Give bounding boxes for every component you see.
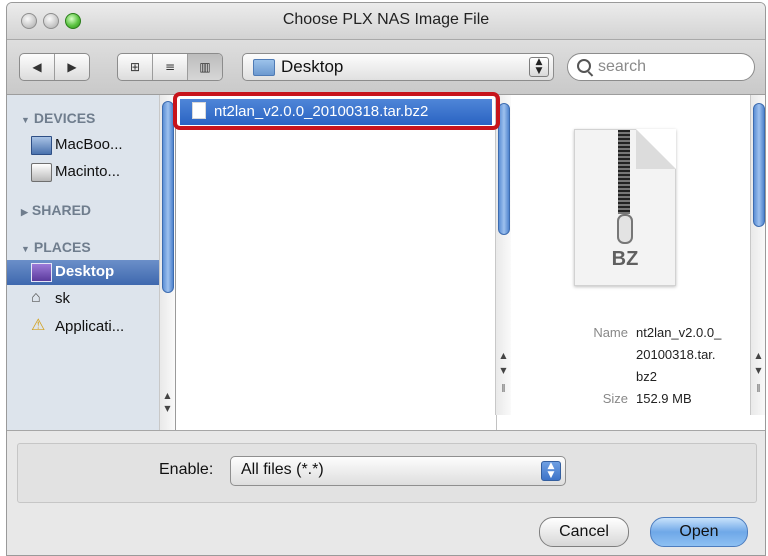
- sidebar-item-macintosh-hd[interactable]: Macinto...: [7, 160, 159, 185]
- disclosure-down-icon: ▼: [21, 115, 30, 125]
- sidebar-item-applications[interactable]: ⚠ Applicati...: [7, 315, 159, 340]
- view-mode-group: ⊞ ≡ ▥: [117, 53, 223, 81]
- disclosure-right-icon: ▶: [21, 207, 28, 217]
- preview-name-line-1: nt2lan_v2.0.0_: [636, 325, 722, 340]
- sidebar-item-label: Desktop: [55, 263, 115, 280]
- sidebar-header-places[interactable]: ▼ PLACES: [21, 239, 91, 255]
- back-button[interactable]: ◀: [20, 54, 55, 80]
- icon-view-button[interactable]: ⊞: [118, 54, 153, 80]
- file-column: nt2lan_v2.0.0_20100318.tar.bz2 ▲ ▼ ‖: [176, 95, 511, 430]
- preview-scroll-thumb[interactable]: [753, 103, 765, 227]
- sidebar-item-label: Macinto...: [55, 163, 121, 180]
- updown-arrows-icon: ▲ ▼: [529, 57, 549, 77]
- column-view-button[interactable]: ▥: [188, 54, 222, 80]
- file-browser: ▼ DEVICES MacBoo... Macinto... ▶ SHARED ▼ P…: [7, 92, 765, 431]
- column-resize-icon[interactable]: ‖: [752, 382, 765, 394]
- titlebar: Choose PLX NAS Image File: [7, 3, 765, 40]
- scroll-up-arrow-icon[interactable]: ▲: [497, 350, 510, 362]
- sidebar-scroll-thumb[interactable]: [162, 101, 174, 293]
- options-panel: Enable: All files (*.*) ▲ ▼ Cancel Open: [7, 431, 765, 555]
- zipper-icon: [618, 130, 630, 214]
- preview-scrollbar[interactable]: ▲ ▼ ‖: [750, 95, 765, 415]
- sidebar-scrollbar[interactable]: ▲ ▼: [159, 95, 175, 430]
- list-view-button[interactable]: ≡: [153, 54, 188, 80]
- preview-name-line-3: bz2: [636, 369, 657, 384]
- sidebar-header-shared[interactable]: ▶ SHARED: [21, 202, 91, 218]
- location-label: Desktop: [281, 57, 344, 76]
- enable-group: Enable: All files (*.*) ▲ ▼: [17, 443, 757, 503]
- sidebar-item-label: MacBoo...: [55, 136, 123, 153]
- laptop-icon: [31, 136, 52, 155]
- scroll-up-arrow-icon[interactable]: ▲: [752, 350, 765, 362]
- search-field: [567, 53, 755, 81]
- open-button[interactable]: Open: [650, 517, 748, 547]
- window-title: Choose PLX NAS Image File: [282, 11, 490, 28]
- scroll-up-arrow-icon[interactable]: ▲: [161, 390, 174, 402]
- column-view-icon: ▥: [199, 60, 211, 74]
- sidebar-item-sk[interactable]: ⌂ sk: [7, 287, 159, 312]
- desktop-icon: [31, 263, 52, 282]
- archive-file-icon: BZ: [574, 129, 676, 286]
- forward-button[interactable]: ▶: [55, 54, 89, 80]
- location-popup[interactable]: Desktop ▲ ▼: [242, 53, 554, 81]
- home-icon: ⌂: [31, 289, 41, 306]
- enable-label: Enable:: [159, 461, 214, 478]
- toolbar: ◀ ▶ ⊞ ≡ ▥ Desktop ▲ ▼: [7, 40, 765, 95]
- icon-view-icon: ⊞: [129, 60, 141, 74]
- preview-pane: BZ Name nt2lan_v2.0.0_ 20100318.tar. bz2…: [512, 95, 765, 430]
- sidebar: ▼ DEVICES MacBoo... Macinto... ▶ SHARED ▼ P…: [7, 95, 176, 430]
- file-name: nt2lan_v2.0.0_20100318.tar.bz2: [214, 103, 429, 120]
- open-file-dialog: Choose PLX NAS Image File ◀ ▶ ⊞ ≡ ▥ Desk…: [6, 2, 766, 556]
- cancel-button[interactable]: Cancel: [539, 517, 629, 547]
- preview-size-key: Size: [602, 391, 628, 406]
- file-column-scrollbar[interactable]: ▲ ▼ ‖: [495, 95, 511, 415]
- preview-name-line-2: 20100318.tar.: [636, 347, 716, 362]
- enable-filter-value: All files (*.*): [241, 461, 324, 478]
- scroll-down-arrow-icon[interactable]: ▼: [497, 365, 510, 377]
- history-nav: ◀ ▶: [19, 53, 90, 81]
- file-extension-label: BZ: [611, 248, 639, 270]
- document-icon: [192, 102, 206, 119]
- folder-icon: [253, 59, 275, 76]
- hard-drive-icon: [31, 163, 52, 182]
- sidebar-header-devices[interactable]: ▼ DEVICES: [21, 110, 95, 126]
- sidebar-item-label: Applicati...: [55, 318, 125, 335]
- column-resize-icon[interactable]: ‖: [497, 382, 510, 394]
- file-row-selected[interactable]: nt2lan_v2.0.0_20100318.tar.bz2: [180, 99, 492, 125]
- file-column-scroll-thumb[interactable]: [498, 103, 510, 235]
- zipper-pull: [617, 214, 633, 244]
- page-fold: [636, 129, 676, 169]
- applications-icon: ⚠: [31, 317, 46, 334]
- search-icon: [577, 59, 591, 73]
- search-input[interactable]: [596, 55, 750, 79]
- preview-size-value: 152.9 MB: [636, 391, 692, 406]
- disclosure-down-icon: ▼: [21, 244, 30, 254]
- scroll-down-arrow-icon[interactable]: ▼: [752, 365, 765, 377]
- sidebar-item-macbook[interactable]: MacBoo...: [7, 133, 159, 158]
- preview-name-key: Name: [593, 325, 628, 340]
- forward-arrow-icon: ▶: [67, 60, 77, 74]
- updown-arrows-icon: ▲ ▼: [541, 461, 561, 481]
- scroll-down-arrow-icon[interactable]: ▼: [161, 403, 174, 415]
- back-arrow-icon: ◀: [32, 60, 42, 74]
- sidebar-item-label: sk: [55, 290, 70, 307]
- sidebar-item-desktop[interactable]: Desktop: [7, 260, 159, 285]
- list-view-icon: ≡: [164, 60, 176, 74]
- enable-filter-select[interactable]: All files (*.*) ▲ ▼: [230, 456, 566, 486]
